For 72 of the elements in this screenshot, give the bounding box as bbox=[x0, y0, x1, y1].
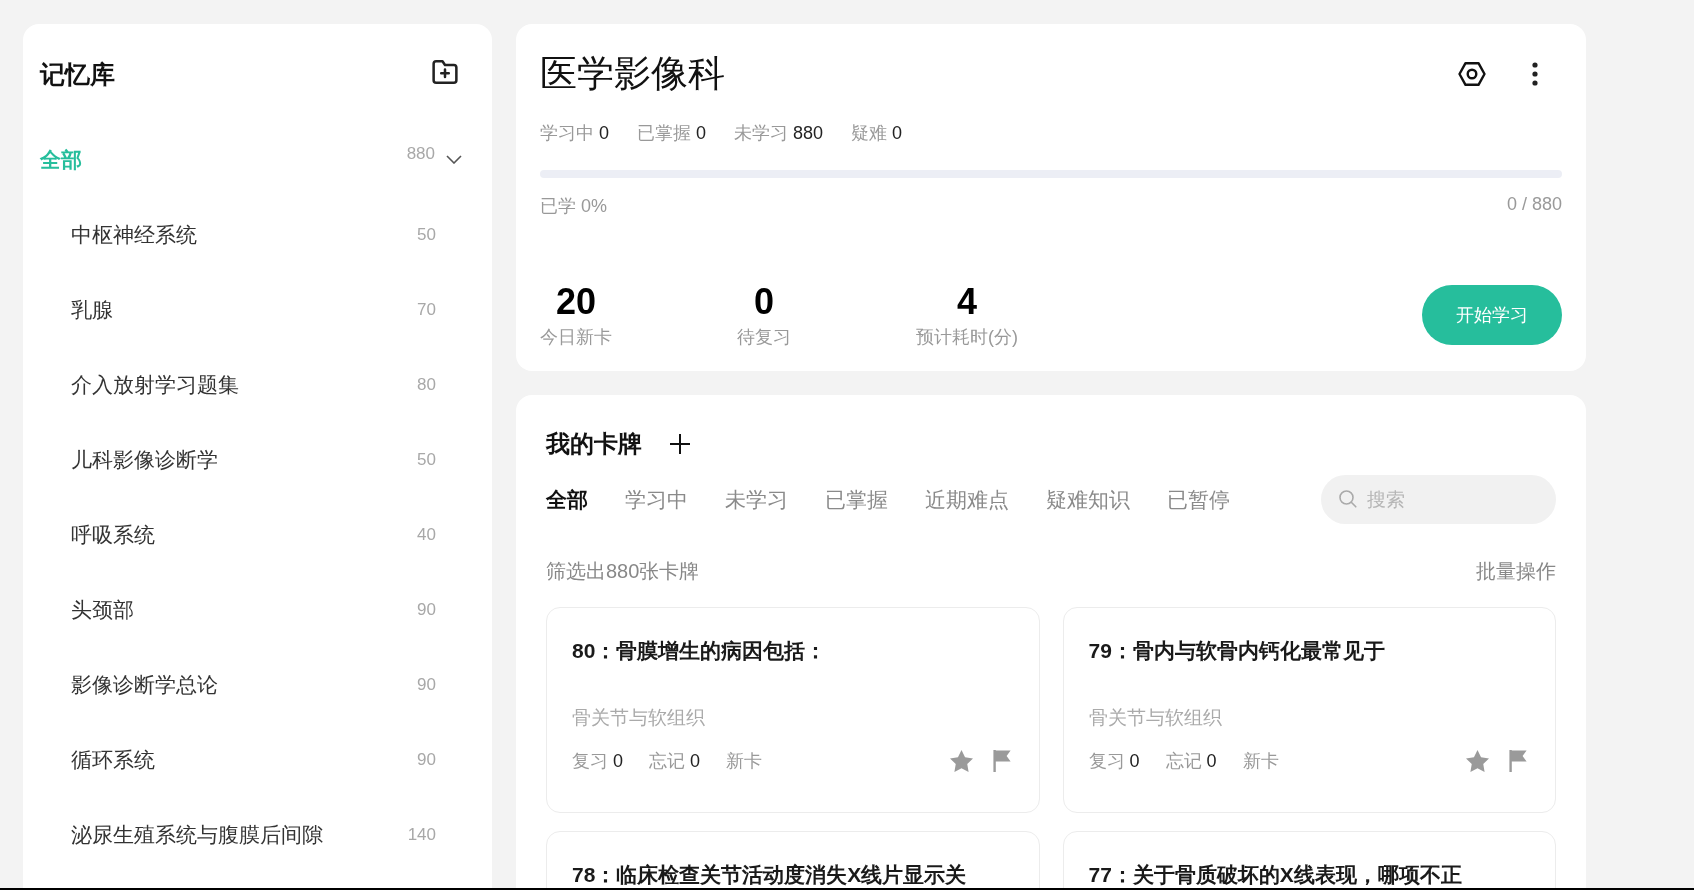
search-icon bbox=[1339, 490, 1357, 508]
card-category: 骨关节与软组织 bbox=[572, 706, 706, 730]
filter-summary: 筛选出880张卡牌 bbox=[546, 559, 700, 584]
deck-title: 医学影像科 bbox=[540, 52, 725, 96]
category-item[interactable]: 呼吸系统 bbox=[71, 518, 155, 551]
category-item[interactable]: 乳腺 bbox=[71, 293, 113, 326]
flag-icon[interactable] bbox=[992, 750, 1011, 772]
stat-label: 学习中 bbox=[540, 122, 594, 144]
stat-label: 复习 bbox=[1088, 750, 1125, 773]
summary-label: 今日新卡 bbox=[540, 326, 612, 348]
summary-value: 4 bbox=[957, 282, 977, 322]
summary-value: 20 bbox=[555, 282, 596, 322]
summary-label: 预计耗时(分) bbox=[916, 326, 1018, 348]
item-count: 80 bbox=[417, 373, 436, 396]
item-count: 70 bbox=[417, 298, 436, 321]
chevron-down-icon[interactable] bbox=[446, 155, 462, 164]
flashcard[interactable]: 80：骨膜增生的病因包括： 骨关节与软组织 复习 0 忘记 0 新卡 bbox=[546, 607, 1040, 813]
flag-icon[interactable] bbox=[1509, 750, 1527, 772]
settings-icon[interactable] bbox=[1458, 61, 1486, 87]
stat-value: 0 bbox=[613, 750, 623, 773]
item-count: 90 bbox=[417, 673, 436, 696]
card-status: 新卡 bbox=[726, 750, 763, 773]
card-title: 80：骨膜增生的病因包括： bbox=[572, 640, 828, 662]
item-count: 40 bbox=[417, 523, 436, 546]
stat-value: 0 bbox=[1206, 750, 1217, 773]
progress-label: 已学 0% bbox=[540, 195, 608, 217]
progress-count: 0 / 880 bbox=[1506, 193, 1562, 215]
category-item[interactable]: 循环系统 bbox=[71, 743, 155, 776]
folder-plus-icon[interactable] bbox=[432, 60, 458, 84]
category-item[interactable]: 泌尿生殖系统与腹膜后间隙 bbox=[71, 818, 323, 851]
filter-tab[interactable]: 近期难点 bbox=[925, 486, 1009, 513]
card-category: 骨关节与软组织 bbox=[1088, 706, 1223, 730]
category-item[interactable]: 介入放射学习题集 bbox=[71, 368, 239, 401]
flashcard[interactable]: 79：骨内与软骨内钙化最常见于 骨关节与软组织 复习 0 忘记 0 新卡 bbox=[1062, 607, 1556, 813]
category-item[interactable]: 头颈部 bbox=[71, 593, 134, 626]
stat-label: 疑难 bbox=[851, 122, 888, 144]
card-status: 新卡 bbox=[1242, 750, 1279, 773]
plus-icon[interactable] bbox=[670, 434, 690, 454]
stat-label: 未学习 bbox=[734, 122, 789, 144]
item-count: 90 bbox=[417, 598, 436, 621]
summary-value: 0 bbox=[754, 282, 774, 322]
more-options-icon[interactable] bbox=[1532, 62, 1538, 86]
star-icon[interactable] bbox=[949, 750, 973, 772]
item-count: 140 bbox=[407, 823, 436, 846]
category-item[interactable]: 儿科影像诊断学 bbox=[71, 443, 218, 476]
sidebar-title: 记忆库 bbox=[40, 60, 115, 88]
stat-label: 忘记 bbox=[649, 750, 685, 773]
filter-tab[interactable]: 全部 bbox=[546, 486, 588, 513]
item-count: 90 bbox=[417, 748, 436, 771]
stat-label: 忘记 bbox=[1165, 750, 1202, 773]
stat-value: 880 bbox=[793, 122, 824, 144]
item-count: 880 bbox=[406, 142, 435, 165]
category-item[interactable]: 影像诊断学总论 bbox=[71, 668, 218, 701]
stat-value: 0 bbox=[696, 122, 707, 144]
search-field[interactable]: 搜索 bbox=[1321, 475, 1556, 524]
stat-value: 0 bbox=[892, 122, 903, 144]
panel-title: 我的卡牌 bbox=[546, 429, 642, 459]
batch-action-link[interactable]: 批量操作 bbox=[1476, 558, 1556, 584]
stat-value: 0 bbox=[1129, 750, 1140, 773]
card-title: 77：关于骨质破坏的X线表现，哪项不正 bbox=[1088, 864, 1463, 886]
star-icon[interactable] bbox=[1466, 750, 1489, 772]
summary-label: 待复习 bbox=[737, 326, 791, 348]
stat-value: 0 bbox=[599, 122, 609, 144]
item-count: 50 bbox=[417, 448, 436, 471]
stat-value: 0 bbox=[690, 750, 701, 773]
stat-label: 复习 bbox=[572, 750, 608, 773]
card-title: 78：临床检查关节活动度消失X线片显示关 bbox=[572, 864, 968, 886]
category-item[interactable]: 中枢神经系统 bbox=[71, 218, 197, 251]
item-count: 50 bbox=[417, 223, 436, 246]
card-title: 79：骨内与软骨内钙化最常见于 bbox=[1088, 640, 1386, 662]
stat-label: 已掌握 bbox=[637, 122, 691, 144]
filter-tab[interactable]: 疑难知识 bbox=[1046, 486, 1130, 513]
